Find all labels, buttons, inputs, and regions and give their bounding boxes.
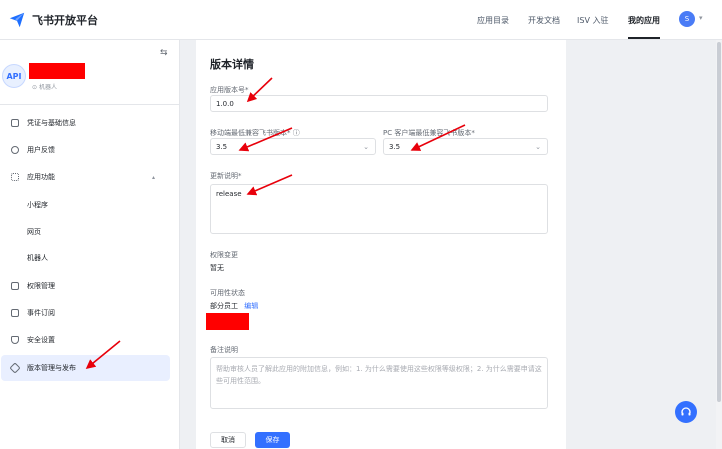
update-notes-label: 更新说明* — [210, 172, 242, 180]
remark-label: 备注说明 — [210, 346, 238, 354]
top-bar: 飞书开放平台 应用目录 开发文档 ISV 入驻 我的应用 S ▾ — [0, 0, 722, 40]
chevron-up-icon: ▴ — [152, 173, 156, 181]
shield-icon — [11, 336, 19, 344]
app-avatar: API — [2, 64, 26, 88]
remark-textarea[interactable]: 帮助审核人员了解此应用的附加信息，例如：1. 为什么需要使用这些权限等级权限；2… — [210, 357, 548, 409]
event-icon — [11, 309, 19, 317]
chevron-down-icon: ⌄ — [363, 143, 369, 151]
pc-min-version-label: PC 客户端最低兼容飞书版本* — [383, 129, 475, 137]
availability-label: 可用性状态 — [210, 289, 245, 297]
availability-redacted — [206, 313, 249, 330]
permission-change-value: 暂无 — [210, 264, 224, 272]
sidebar-item-label: 应用功能 — [27, 173, 55, 181]
headset-icon — [681, 407, 691, 416]
chevron-down-icon: ⌄ — [535, 143, 541, 151]
credential-icon — [11, 119, 19, 127]
pc-min-version-select[interactable]: 3.5 ⌄ — [383, 138, 548, 155]
sidebar: ⇆ API ⊙ 机器人 凭证与基础信息 用户反馈 应用功能 ▴ 小程序 网页 机… — [0, 40, 180, 449]
mobile-min-version-label: 移动端最低兼容飞书版本* ⓘ — [210, 128, 300, 138]
sidebar-item-label: 权限管理 — [27, 282, 55, 290]
remark-placeholder: 帮助审核人员了解此应用的附加信息，例如：1. 为什么需要使用这些权限等级权限；2… — [216, 365, 542, 385]
sidebar-item-label: 用户反馈 — [27, 146, 55, 154]
scrollbar-thumb[interactable] — [717, 42, 721, 402]
nav-my-apps[interactable]: 我的应用 — [628, 15, 660, 26]
sidebar-item-events[interactable]: 事件订阅 — [0, 300, 180, 326]
mobile-min-version-value: 3.5 — [216, 142, 228, 151]
platform-logo[interactable]: 飞书开放平台 — [8, 11, 98, 29]
nav-app-directory[interactable]: 应用目录 — [477, 15, 509, 26]
mobile-min-version-select[interactable]: 3.5 ⌄ — [210, 138, 376, 155]
grid-icon — [11, 173, 19, 181]
cancel-button[interactable]: 取消 — [210, 432, 246, 448]
sidebar-item-feedback[interactable]: 用户反馈 — [0, 137, 180, 163]
sidebar-item-label: 安全设置 — [27, 336, 55, 344]
sidebar-item-bot[interactable]: 机器人 — [0, 245, 180, 271]
nav-isv[interactable]: ISV 入驻 — [577, 15, 608, 26]
sidebar-item-version-release[interactable]: 版本管理与发布 — [1, 355, 170, 381]
help-button[interactable] — [675, 401, 697, 423]
sidebar-item-label: 版本管理与发布 — [27, 364, 76, 372]
version-number-input[interactable]: 1.0.0 — [210, 95, 548, 112]
pc-min-version-value: 3.5 — [389, 142, 401, 151]
availability-value-text: 部分员工 — [210, 302, 238, 310]
page-title: 版本详情 — [210, 58, 254, 71]
sidebar-item-label: 机器人 — [27, 254, 48, 262]
robot-icon: ⊙ — [32, 84, 38, 91]
update-notes-value: release — [216, 190, 242, 198]
sidebar-item-web[interactable]: 网页 — [0, 219, 180, 245]
help-icon[interactable]: ⓘ — [293, 129, 300, 137]
version-detail-panel: 版本详情 应用版本号* 1.0.0 移动端最低兼容飞书版本* ⓘ 3.5 ⌄ P… — [196, 40, 566, 449]
availability-edit-link[interactable]: 编辑 — [244, 302, 258, 310]
platform-name: 飞书开放平台 — [32, 14, 98, 27]
nav-active-indicator — [628, 37, 660, 39]
sidebar-divider — [0, 104, 180, 105]
user-menu-caret-icon[interactable]: ▾ — [699, 14, 703, 22]
version-number-value: 1.0.0 — [216, 99, 234, 108]
user-avatar[interactable]: S — [679, 11, 695, 27]
save-button[interactable]: 保存 — [255, 432, 290, 448]
sidebar-item-label: 网页 — [27, 228, 41, 236]
sidebar-item-mini-program[interactable]: 小程序 — [0, 192, 180, 218]
app-type-label: ⊙ 机器人 — [32, 82, 57, 91]
sidebar-item-app-features[interactable]: 应用功能 ▴ — [0, 164, 180, 190]
layers-icon — [9, 362, 21, 374]
sidebar-item-label: 事件订阅 — [27, 309, 55, 317]
sidebar-item-label: 凭证与基础信息 — [27, 119, 76, 127]
update-notes-textarea[interactable]: release — [210, 184, 548, 234]
nav-dev-docs[interactable]: 开发文档 — [528, 15, 560, 26]
sidebar-item-permissions[interactable]: 权限管理 — [0, 273, 180, 299]
version-number-label: 应用版本号* — [210, 86, 249, 94]
app-type-text: 机器人 — [38, 84, 57, 91]
sidebar-item-credentials[interactable]: 凭证与基础信息 — [0, 110, 180, 136]
mobile-min-version-label-text: 移动端最低兼容飞书版本* — [210, 129, 291, 137]
lock-icon — [11, 282, 19, 290]
app-name-redacted — [29, 63, 85, 79]
feedback-icon — [11, 146, 19, 154]
sidebar-item-label: 小程序 — [27, 201, 48, 209]
sidebar-item-security[interactable]: 安全设置 — [0, 327, 180, 353]
collapse-sidebar-icon[interactable]: ⇆ — [160, 48, 168, 58]
feishu-logo-icon — [9, 12, 25, 28]
permission-change-label: 权限变更 — [210, 251, 238, 259]
availability-value: 部分员工 编辑 — [210, 301, 258, 311]
